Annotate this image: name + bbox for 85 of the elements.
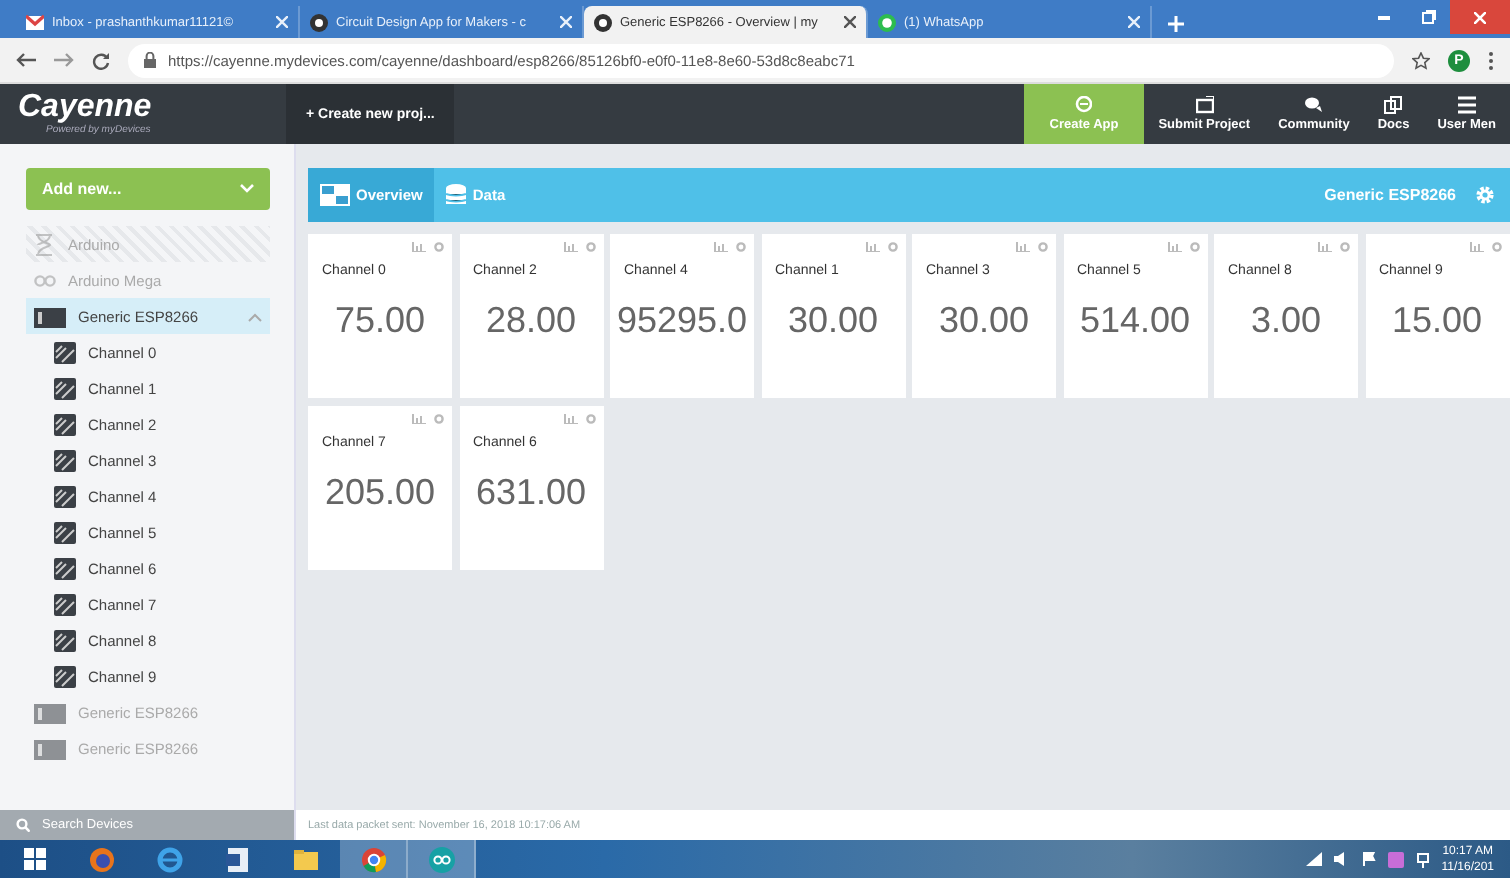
widget-value: 95295.0 [616, 300, 748, 342]
taskbar-app[interactable] [340, 840, 408, 878]
settings-icon[interactable] [434, 414, 444, 424]
chat-icon [878, 13, 896, 31]
chart-icon[interactable] [412, 414, 426, 424]
share-icon [1195, 96, 1214, 114]
chart-icon[interactable] [412, 242, 426, 252]
device-title: Generic ESP8266 [1324, 186, 1456, 204]
settings-icon[interactable] [434, 242, 444, 252]
channel-icon [54, 521, 76, 543]
settings-icon[interactable] [585, 242, 595, 252]
widget-value: 30.00 [938, 300, 1030, 342]
forward-icon[interactable] [54, 52, 74, 68]
mail-icon [26, 13, 44, 31]
minimize-icon[interactable] [1378, 15, 1390, 19]
restore-icon[interactable] [1421, 10, 1435, 24]
logo-icon [310, 13, 328, 31]
channel-icon [54, 593, 76, 615]
close-icon[interactable] [844, 16, 856, 28]
chevron-up-icon [248, 311, 262, 321]
logo-icon [594, 13, 612, 31]
channel-icon [54, 557, 76, 579]
chart-icon[interactable] [1318, 242, 1332, 252]
widget-value: 15.00 [1391, 300, 1483, 342]
widget-value: 205.00 [324, 472, 436, 514]
signal-icon[interactable] [1305, 852, 1322, 866]
settings-icon[interactable] [585, 414, 595, 424]
flag-icon[interactable] [1361, 852, 1376, 866]
reload-icon[interactable] [92, 51, 110, 69]
chart-icon[interactable] [714, 242, 728, 252]
board-icon [34, 305, 66, 327]
docs-icon [1384, 96, 1403, 114]
network-icon[interactable] [1415, 851, 1430, 867]
database-icon [446, 184, 467, 206]
channel-icon [54, 449, 76, 471]
infinity-icon [34, 269, 56, 291]
widget-value: 30.00 [787, 300, 879, 342]
star-icon[interactable] [1412, 51, 1430, 69]
channel-icon [54, 413, 76, 435]
more-icon[interactable] [1488, 51, 1494, 69]
menu-icon [1457, 96, 1476, 114]
settings-icon[interactable] [1491, 242, 1501, 252]
channel-icon [54, 377, 76, 399]
settings-icon[interactable] [1038, 242, 1048, 252]
browser-icon [156, 845, 184, 873]
widget-value: 75.00 [334, 300, 426, 342]
folder-icon [292, 845, 320, 873]
settings-icon[interactable] [1189, 242, 1199, 252]
channel-icon [54, 665, 76, 687]
widget-value: 3.00 [1250, 300, 1322, 342]
taskbar-app[interactable] [408, 840, 476, 878]
lock-icon [144, 52, 156, 68]
infinity-icon [427, 845, 455, 873]
widget-value: 514.00 [1079, 300, 1191, 342]
close-button[interactable] [1450, 0, 1510, 34]
browser-icon [88, 845, 116, 873]
settings-icon[interactable] [1340, 242, 1350, 252]
chevron-down-icon [240, 184, 254, 194]
channel-icon [54, 629, 76, 651]
chart-icon[interactable] [563, 242, 577, 252]
chat-icon [1304, 96, 1323, 114]
volume-icon[interactable] [1333, 852, 1350, 866]
channel-icon [54, 485, 76, 507]
settings-icon[interactable] [736, 242, 746, 252]
channel-icon [54, 341, 76, 363]
widget-value: 28.00 [485, 300, 577, 342]
settings-icon[interactable] [887, 242, 897, 252]
widget-value: 631.00 [475, 472, 587, 514]
chart-icon[interactable] [1167, 242, 1181, 252]
dashboard-icon [320, 184, 350, 206]
document-icon [224, 845, 252, 873]
back-icon[interactable] [16, 52, 36, 68]
board-icon [34, 701, 66, 723]
browser-icon [359, 845, 387, 873]
chart-icon[interactable] [1469, 242, 1483, 252]
chart-icon[interactable] [563, 414, 577, 424]
hourglass-icon [34, 233, 56, 255]
chart-icon[interactable] [865, 242, 879, 252]
windows-icon [23, 848, 45, 870]
search-icon [16, 818, 30, 832]
new-tab-icon[interactable] [1168, 16, 1184, 32]
chart-icon[interactable] [1016, 242, 1030, 252]
app-logo[interactable]: Cayenne [18, 90, 152, 124]
board-icon [34, 737, 66, 759]
close-icon [1474, 11, 1486, 23]
